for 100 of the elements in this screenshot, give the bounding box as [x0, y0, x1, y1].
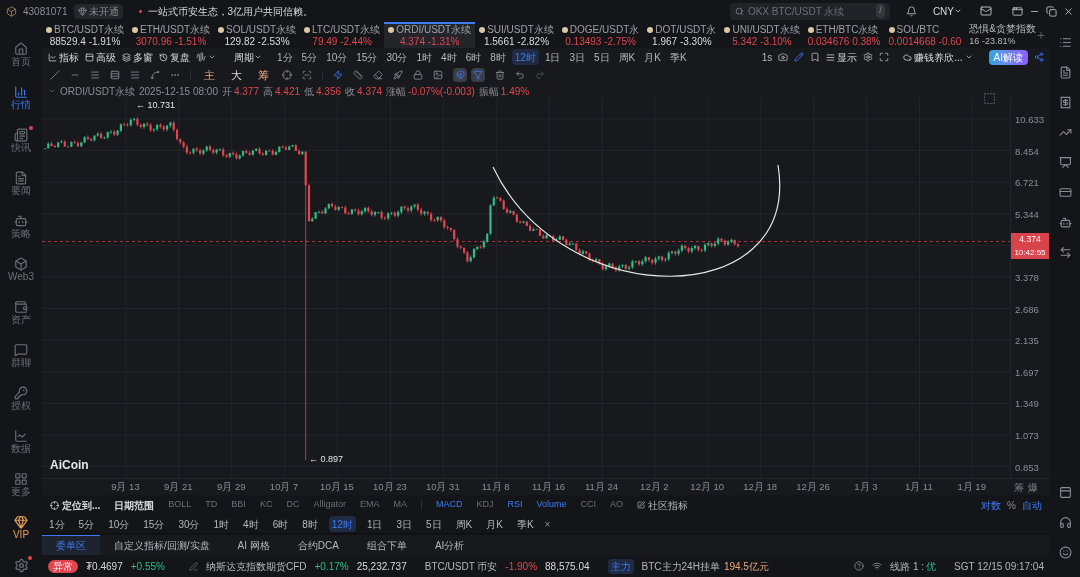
- scale-toggle[interactable]: 对数: [981, 497, 1002, 513]
- indicator-toggle[interactable]: BOLL: [168, 498, 192, 512]
- period-tab[interactable]: 季K: [666, 49, 690, 65]
- toolbar-button[interactable]: 指标: [48, 49, 79, 65]
- sidebar-item[interactable]: VIP: [12, 511, 30, 544]
- indicator-toggle[interactable]: EMA: [359, 498, 380, 512]
- period-tab[interactable]: 10分: [105, 516, 133, 532]
- date-range-button[interactable]: 日期范围: [114, 497, 155, 513]
- indicator-toggle[interactable]: MACD: [435, 498, 463, 512]
- period-tab[interactable]: 30分: [175, 516, 203, 532]
- period-tab[interactable]: 1日: [541, 49, 564, 65]
- sidebar-item[interactable]: 群聊: [11, 339, 31, 372]
- period-tab[interactable]: 6时: [462, 49, 485, 65]
- period-tab[interactable]: 4时: [240, 516, 262, 532]
- sidebar-item[interactable]: 更多: [11, 468, 31, 501]
- community-indicators-button[interactable]: 社区指标: [637, 497, 688, 513]
- ticker-tab[interactable]: ETH/BTC永续 0.034676 0.38%: [803, 22, 885, 48]
- sidebar-item[interactable]: 策略: [11, 210, 31, 243]
- overlay-toggle[interactable]: 主: [201, 66, 218, 84]
- ticker-tab[interactable]: UNI/USDT永续 5.342 -3.10%: [720, 22, 804, 48]
- indicator-toggle[interactable]: Alligator: [313, 498, 346, 512]
- period-tab[interactable]: 3日: [566, 49, 588, 65]
- search-field[interactable]: OKX BTC/USDT 永续 /: [729, 2, 890, 20]
- locate-button[interactable]: 定位到...: [50, 497, 101, 513]
- indicator-toggle[interactable]: KC: [259, 498, 273, 512]
- indicator-toggle[interactable]: Volume: [536, 498, 567, 512]
- indicator-toggle[interactable]: TD: [205, 498, 218, 512]
- overlay-toggle[interactable]: 大: [228, 66, 245, 84]
- sidebar-item[interactable]: 数据: [11, 425, 31, 458]
- period-tab[interactable]: 6时: [269, 516, 292, 532]
- ticker-tab[interactable]: SUI/USDT永续 1.5661 -2.82%: [475, 22, 558, 48]
- indicator-toggle[interactable]: KDJ: [476, 498, 494, 512]
- indicator-toggle[interactable]: DC: [286, 498, 300, 512]
- scale-toggle[interactable]: 自动: [1022, 497, 1042, 513]
- close-button[interactable]: ×: [544, 516, 551, 532]
- ticker-tab[interactable]: SOL/BTC 0.0014668 -0.60: [884, 22, 966, 48]
- period-tab[interactable]: 12时: [511, 49, 539, 65]
- indicator-toggle[interactable]: BBI: [231, 498, 246, 512]
- period-tab[interactable]: 15分: [353, 49, 381, 65]
- ticker-tab[interactable]: ETH/USDT永续 3070.96 -1.51%: [128, 22, 214, 48]
- period-tab[interactable]: 30分: [383, 49, 411, 65]
- period-tab[interactable]: 1时: [413, 49, 436, 65]
- period-tab[interactable]: 5分: [298, 49, 321, 65]
- period-tab[interactable]: 周K: [452, 516, 476, 532]
- period-tab[interactable]: 月K: [641, 49, 664, 65]
- indicator-toggle[interactable]: CCI: [580, 498, 596, 512]
- period-dropdown[interactable]: 周期: [234, 49, 262, 65]
- period-tab[interactable]: 10分: [323, 49, 351, 65]
- interval-label[interactable]: 1s: [761, 49, 773, 65]
- toolbar-button[interactable]: 多窗: [122, 49, 153, 65]
- period-tab[interactable]: 5日: [423, 516, 445, 532]
- alert-badge[interactable]: 异常: [48, 559, 78, 573]
- indicator-toggle[interactable]: RSI: [507, 498, 523, 512]
- panel-tab[interactable]: AI 网格: [223, 535, 284, 555]
- sidebar-item[interactable]: 快讯: [11, 124, 31, 157]
- sidebar-item[interactable]: 资产: [11, 296, 31, 329]
- period-tab[interactable]: 季K: [513, 516, 537, 532]
- display-button[interactable]: 显示: [826, 49, 858, 65]
- period-tab[interactable]: 12时: [328, 516, 356, 532]
- period-tab[interactable]: 8时: [299, 516, 321, 532]
- period-tab[interactable]: 8时: [487, 49, 509, 65]
- ticker-tab[interactable]: DOGE/USDT永 0.13493 -2.75%: [557, 22, 644, 48]
- sidebar-item[interactable]: 授权: [11, 382, 31, 415]
- panel-tab[interactable]: 自定义指标/回测/实盘: [100, 535, 224, 555]
- period-tab[interactable]: 1日: [363, 516, 386, 532]
- sidebar-item[interactable]: 行情: [11, 81, 31, 114]
- sidebar-item[interactable]: 要闻: [11, 167, 31, 200]
- period-tab[interactable]: 5分: [75, 516, 98, 532]
- panel-tab[interactable]: 合约DCA: [283, 535, 353, 555]
- panel-tab[interactable]: AI分析: [420, 535, 479, 555]
- indicator-toggle[interactable]: AO: [610, 498, 623, 512]
- panel-tab[interactable]: 组合下单: [352, 535, 421, 555]
- overlay-toggle[interactable]: 筹: [255, 66, 272, 84]
- indicator-toggle[interactable]: MA: [393, 498, 407, 512]
- toolbar-button[interactable]: 高级: [85, 49, 116, 65]
- sidebar-item[interactable]: 首页: [11, 38, 31, 71]
- ticker-tab[interactable]: BTC/USDT永续 88529.4 -1.91%: [42, 22, 128, 48]
- ticker-tab[interactable]: ORDI/USDT永续 4.374 -1.31%: [384, 22, 476, 48]
- period-tab[interactable]: 1分: [274, 49, 296, 65]
- period-tab[interactable]: 4时: [438, 49, 460, 65]
- period-tab[interactable]: 月K: [483, 516, 506, 532]
- ticker-tab[interactable]: SOL/USDT永续 129.82 -2.53%: [214, 22, 300, 48]
- notice-text[interactable]: 一站式币安生态，3亿用户共同信赖。: [147, 3, 314, 19]
- axis-toggle[interactable]: 爆: [1028, 479, 1038, 495]
- toolbar-button[interactable]: 复盘: [159, 49, 190, 65]
- ticker-tab[interactable]: DOT/USDT永 1.967 -3.30%: [643, 22, 721, 48]
- strategy-dropdown[interactable]: 赚钱养欣...: [903, 49, 973, 65]
- sidebar-item[interactable]: Web3: [8, 253, 34, 286]
- period-tab[interactable]: 3日: [393, 516, 415, 532]
- scale-toggle[interactable]: %: [1007, 497, 1016, 513]
- membership-badge[interactable]: 未开通: [73, 3, 123, 19]
- period-tab[interactable]: 1时: [210, 516, 233, 532]
- period-tab[interactable]: 15分: [140, 516, 168, 532]
- currency-dropdown[interactable]: CNY: [932, 3, 962, 19]
- axis-toggle[interactable]: 筹: [1014, 479, 1024, 495]
- period-tab[interactable]: 5日: [591, 49, 613, 65]
- period-tab[interactable]: 1分: [46, 516, 68, 532]
- ticker-tab[interactable]: LTC/USDT永续 79.49 -2.44%: [300, 22, 385, 48]
- period-tab[interactable]: 周K: [615, 49, 639, 65]
- panel-tab[interactable]: 委单区: [42, 535, 100, 555]
